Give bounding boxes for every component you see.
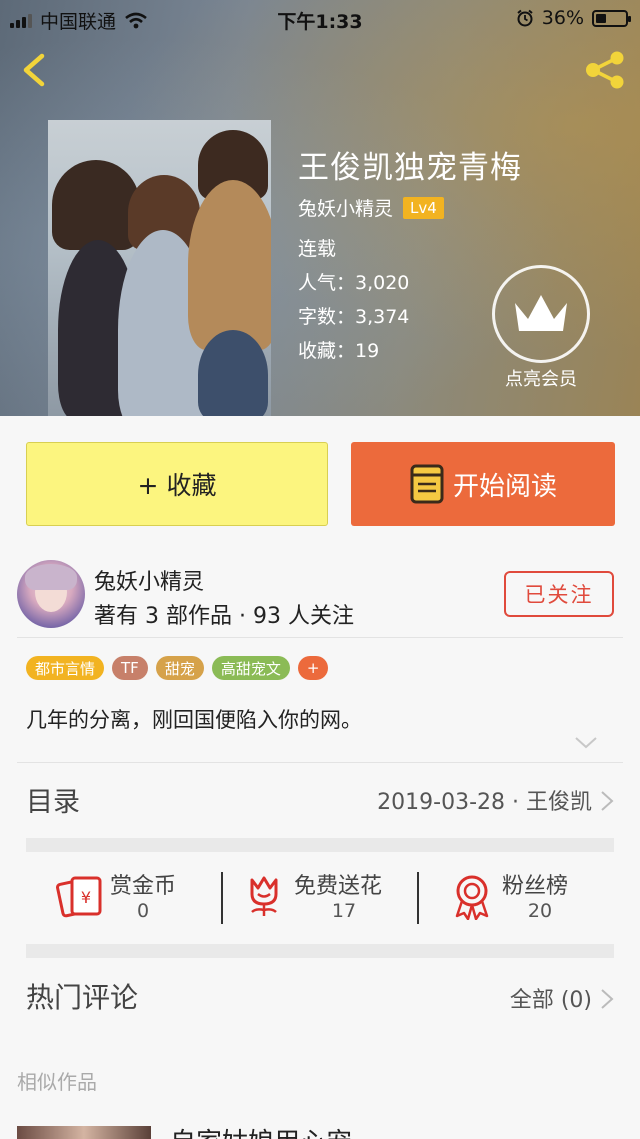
hot-comments-row[interactable]: 热门评论 全部 (0) — [26, 966, 614, 1026]
vip-label: 点亮会员 — [505, 369, 577, 390]
red-envelope-icon: ¥ — [56, 876, 102, 918]
tag-list: 都市言情 TF 甜宠 高甜宠文 + — [26, 656, 329, 680]
free-flowers-stat[interactable]: 免费送花 17 — [222, 860, 418, 940]
start-reading-label: 开始阅读 — [452, 471, 557, 502]
author-name[interactable]: 兔妖小精灵 — [94, 564, 204, 596]
reward-coins-stat[interactable]: ¥ 赏金币 0 — [26, 860, 222, 940]
svg-text:¥: ¥ — [81, 888, 91, 907]
book-hero: 中国联通 下午1:33 36% 王俊凯独宠青梅 兔妖小精灵 Lv4 连载 人气：… — [0, 0, 640, 416]
book-author[interactable]: 兔妖小精灵 — [298, 194, 393, 221]
book-popularity: 人气：3,020 — [298, 272, 410, 294]
divider — [17, 637, 623, 638]
section-separator — [26, 944, 614, 958]
free-flowers-value: 17 — [331, 900, 357, 922]
follow-button[interactable]: 已关注 — [504, 571, 614, 617]
free-flowers-label: 免费送花 — [294, 874, 383, 899]
favorite-button[interactable]: + 收藏 — [26, 442, 328, 526]
ribbon-badge-icon — [455, 875, 489, 920]
fan-ranking-stat[interactable]: 粉丝榜 20 — [418, 860, 614, 940]
chevron-down-icon[interactable] — [574, 736, 598, 750]
book-cover-image[interactable] — [48, 120, 271, 416]
crown-icon — [515, 295, 567, 331]
chevron-right-icon — [601, 791, 614, 811]
start-reading-button[interactable]: 开始阅读 — [351, 442, 615, 526]
divider — [17, 762, 623, 763]
fan-ranking-label: 粉丝榜 — [502, 874, 569, 899]
avatar[interactable] — [17, 560, 85, 628]
flower-icon — [250, 876, 278, 916]
tag-badge[interactable]: 都市言情 — [26, 656, 105, 680]
author-card[interactable]: 兔妖小精灵 著有 3 部作品 · 93 人关注 已关注 — [0, 552, 640, 636]
hot-comments-title: 热门评论 — [26, 981, 139, 1014]
author-level-badge: Lv4 — [403, 196, 444, 219]
book-favorites: 收藏：19 — [298, 340, 380, 362]
similar-work-title: 自家姑娘用心宠 — [170, 1122, 352, 1139]
reward-coins-label: 赏金币 — [110, 874, 177, 899]
chevron-right-icon — [601, 989, 614, 1009]
alarm-icon — [517, 9, 533, 27]
battery-percent: 36% — [541, 7, 584, 29]
add-tag-button[interactable]: + — [297, 656, 329, 680]
status-bar: 中国联通 下午1:33 36% — [0, 0, 640, 36]
similar-work-cover[interactable] — [17, 1126, 151, 1139]
back-button[interactable] — [14, 50, 54, 90]
table-of-contents-row[interactable]: 目录 2019-03-28 · 王俊凯 — [26, 770, 614, 828]
tag-badge[interactable]: 高甜宠文 — [211, 656, 290, 680]
book-icon — [410, 464, 444, 504]
share-button[interactable] — [582, 50, 628, 90]
book-title: 王俊凯独宠青梅 — [298, 150, 522, 186]
book-summary: 几年的分离，刚回国便陷入你的网。 — [26, 708, 362, 732]
toc-title: 目录 — [26, 787, 80, 818]
chevron-left-icon — [23, 53, 45, 87]
author-stats: 著有 3 部作品 · 93 人关注 — [94, 604, 354, 629]
all-comments-link[interactable]: 全部 (0) — [510, 982, 592, 1014]
section-separator — [26, 838, 614, 852]
battery-icon — [592, 9, 631, 27]
tag-badge[interactable]: 甜宠 — [155, 656, 204, 680]
tag-badge[interactable]: TF — [112, 656, 148, 680]
book-word-count: 字数：3,374 — [298, 306, 410, 328]
stats-bar: ¥ 赏金币 0 免费送花 17 粉丝榜 20 — [26, 860, 614, 940]
similar-work-item[interactable]: 自家姑娘用心宠 — [17, 1110, 623, 1139]
similar-works-title: 相似作品 — [17, 1070, 97, 1094]
vip-button[interactable]: 点亮会员 — [492, 265, 590, 391]
reward-coins-value: 0 — [136, 900, 150, 922]
book-status: 连载 — [298, 238, 337, 260]
toc-latest-chapter: 2019-03-28 · 王俊凯 — [377, 790, 592, 815]
share-icon — [586, 51, 624, 89]
fan-ranking-value: 20 — [527, 900, 553, 922]
